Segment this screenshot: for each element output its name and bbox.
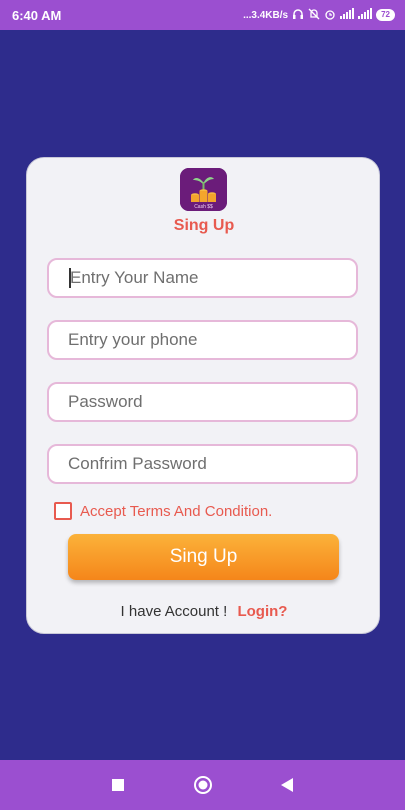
home-button[interactable] xyxy=(178,760,228,810)
status-icons: ...3.4KB/s 72 xyxy=(243,8,395,23)
app-logo: Cash $$ xyxy=(180,168,227,211)
back-button[interactable] xyxy=(262,760,312,810)
signup-card: Cash $$ Sing Up Accept Terms And Conditi… xyxy=(26,157,380,634)
text-caret xyxy=(69,268,71,288)
signal-icon xyxy=(358,8,373,22)
alarm-icon xyxy=(324,8,336,23)
mute-icon xyxy=(308,8,320,23)
back-triangle-icon xyxy=(281,778,293,792)
page-title: Sing Up xyxy=(173,217,235,234)
recents-square-icon xyxy=(112,779,124,791)
battery-icon: 72 xyxy=(376,9,395,21)
home-circle-icon xyxy=(194,776,212,794)
recents-button[interactable] xyxy=(93,760,143,810)
confirm-password-input[interactable] xyxy=(47,444,358,484)
terms-row[interactable]: Accept Terms And Condition. xyxy=(54,502,272,520)
login-link[interactable]: Login? xyxy=(237,603,287,620)
coins-plant-icon: Cash $$ xyxy=(180,168,227,211)
navigation-bar xyxy=(0,760,405,810)
terms-label: Accept Terms And Condition. xyxy=(80,502,273,520)
signup-button[interactable]: Sing Up xyxy=(68,534,339,580)
login-prompt: I have Account ! Login? xyxy=(27,603,381,620)
headphones-icon xyxy=(292,8,304,23)
signal-icon xyxy=(340,8,355,22)
network-speed: ...3.4KB/s xyxy=(243,9,289,21)
status-bar: 6:40 AM ...3.4KB/s 72 xyxy=(0,0,405,30)
logo-text: Cash $$ xyxy=(194,204,213,210)
password-input[interactable] xyxy=(47,382,358,422)
status-time: 6:40 AM xyxy=(12,7,62,23)
phone-input[interactable] xyxy=(47,320,358,360)
terms-checkbox[interactable] xyxy=(54,502,72,520)
have-account-text: I have Account ! xyxy=(120,603,228,620)
name-input[interactable] xyxy=(47,258,358,298)
